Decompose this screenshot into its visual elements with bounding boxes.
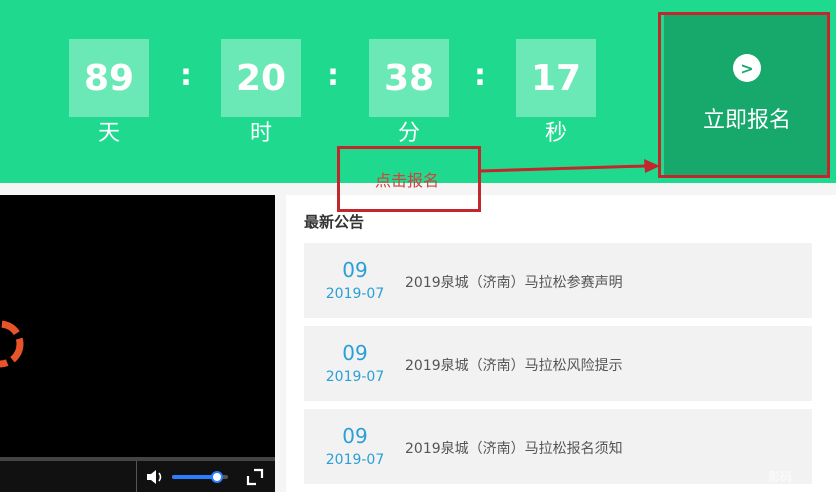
annotation-highlight-frame bbox=[658, 12, 830, 178]
countdown-minutes-value: 38 bbox=[369, 39, 449, 117]
countdown-days: 89 天 bbox=[69, 39, 149, 147]
countdown-separator: : bbox=[180, 58, 192, 93]
countdown-hours-value: 20 bbox=[221, 39, 301, 117]
notice-item[interactable]: 09 2019-07 2019泉城（济南）马拉松风险提示 bbox=[304, 326, 812, 401]
video-controls bbox=[0, 461, 275, 492]
notice-year-month: 2019-07 bbox=[325, 369, 385, 385]
notice-heading: 最新公告 bbox=[304, 213, 365, 231]
notice-day: 09 bbox=[342, 258, 368, 282]
notice-year-month: 2019-07 bbox=[325, 286, 385, 302]
countdown-hours: 20 时 bbox=[221, 39, 301, 147]
volume-icon[interactable] bbox=[145, 468, 165, 486]
notice-title[interactable]: 2019泉城（济南）马拉松参赛声明 bbox=[405, 272, 623, 292]
countdown-seconds: 17 秒 bbox=[516, 39, 596, 147]
countdown-separator: : bbox=[327, 58, 339, 93]
notice-year-month: 2019-07 bbox=[325, 452, 385, 468]
countdown-seconds-label: 秒 bbox=[544, 121, 567, 146]
watermark: 影码 bbox=[768, 470, 793, 484]
volume-slider-knob[interactable] bbox=[210, 471, 223, 483]
notice-day: 09 bbox=[342, 424, 368, 448]
notice-title[interactable]: 2019泉城（济南）马拉松报名须知 bbox=[405, 438, 623, 458]
annotation-callout-text: 点击报名 bbox=[375, 171, 440, 190]
volume-slider[interactable] bbox=[172, 471, 228, 483]
countdown-days-value: 89 bbox=[69, 39, 149, 117]
notice-day: 09 bbox=[342, 341, 368, 365]
controls-divider bbox=[136, 461, 137, 492]
countdown-minutes-label: 分 bbox=[397, 121, 420, 146]
countdown-seconds-value: 17 bbox=[516, 39, 596, 117]
countdown-minutes: 38 分 bbox=[369, 39, 449, 147]
video-player[interactable] bbox=[0, 195, 275, 492]
countdown-days-label: 天 bbox=[97, 121, 120, 146]
countdown-separator: : bbox=[474, 58, 486, 93]
fullscreen-icon[interactable] bbox=[246, 468, 264, 486]
countdown-hours-label: 时 bbox=[249, 121, 272, 146]
notice-title[interactable]: 2019泉城（济南）马拉松风险提示 bbox=[405, 355, 623, 375]
notice-item[interactable]: 09 2019-07 2019泉城（济南）马拉松报名须知 bbox=[304, 409, 812, 484]
notice-item[interactable]: 09 2019-07 2019泉城（济南）马拉松参赛声明 bbox=[304, 243, 812, 318]
loading-spinner-icon bbox=[0, 320, 24, 368]
